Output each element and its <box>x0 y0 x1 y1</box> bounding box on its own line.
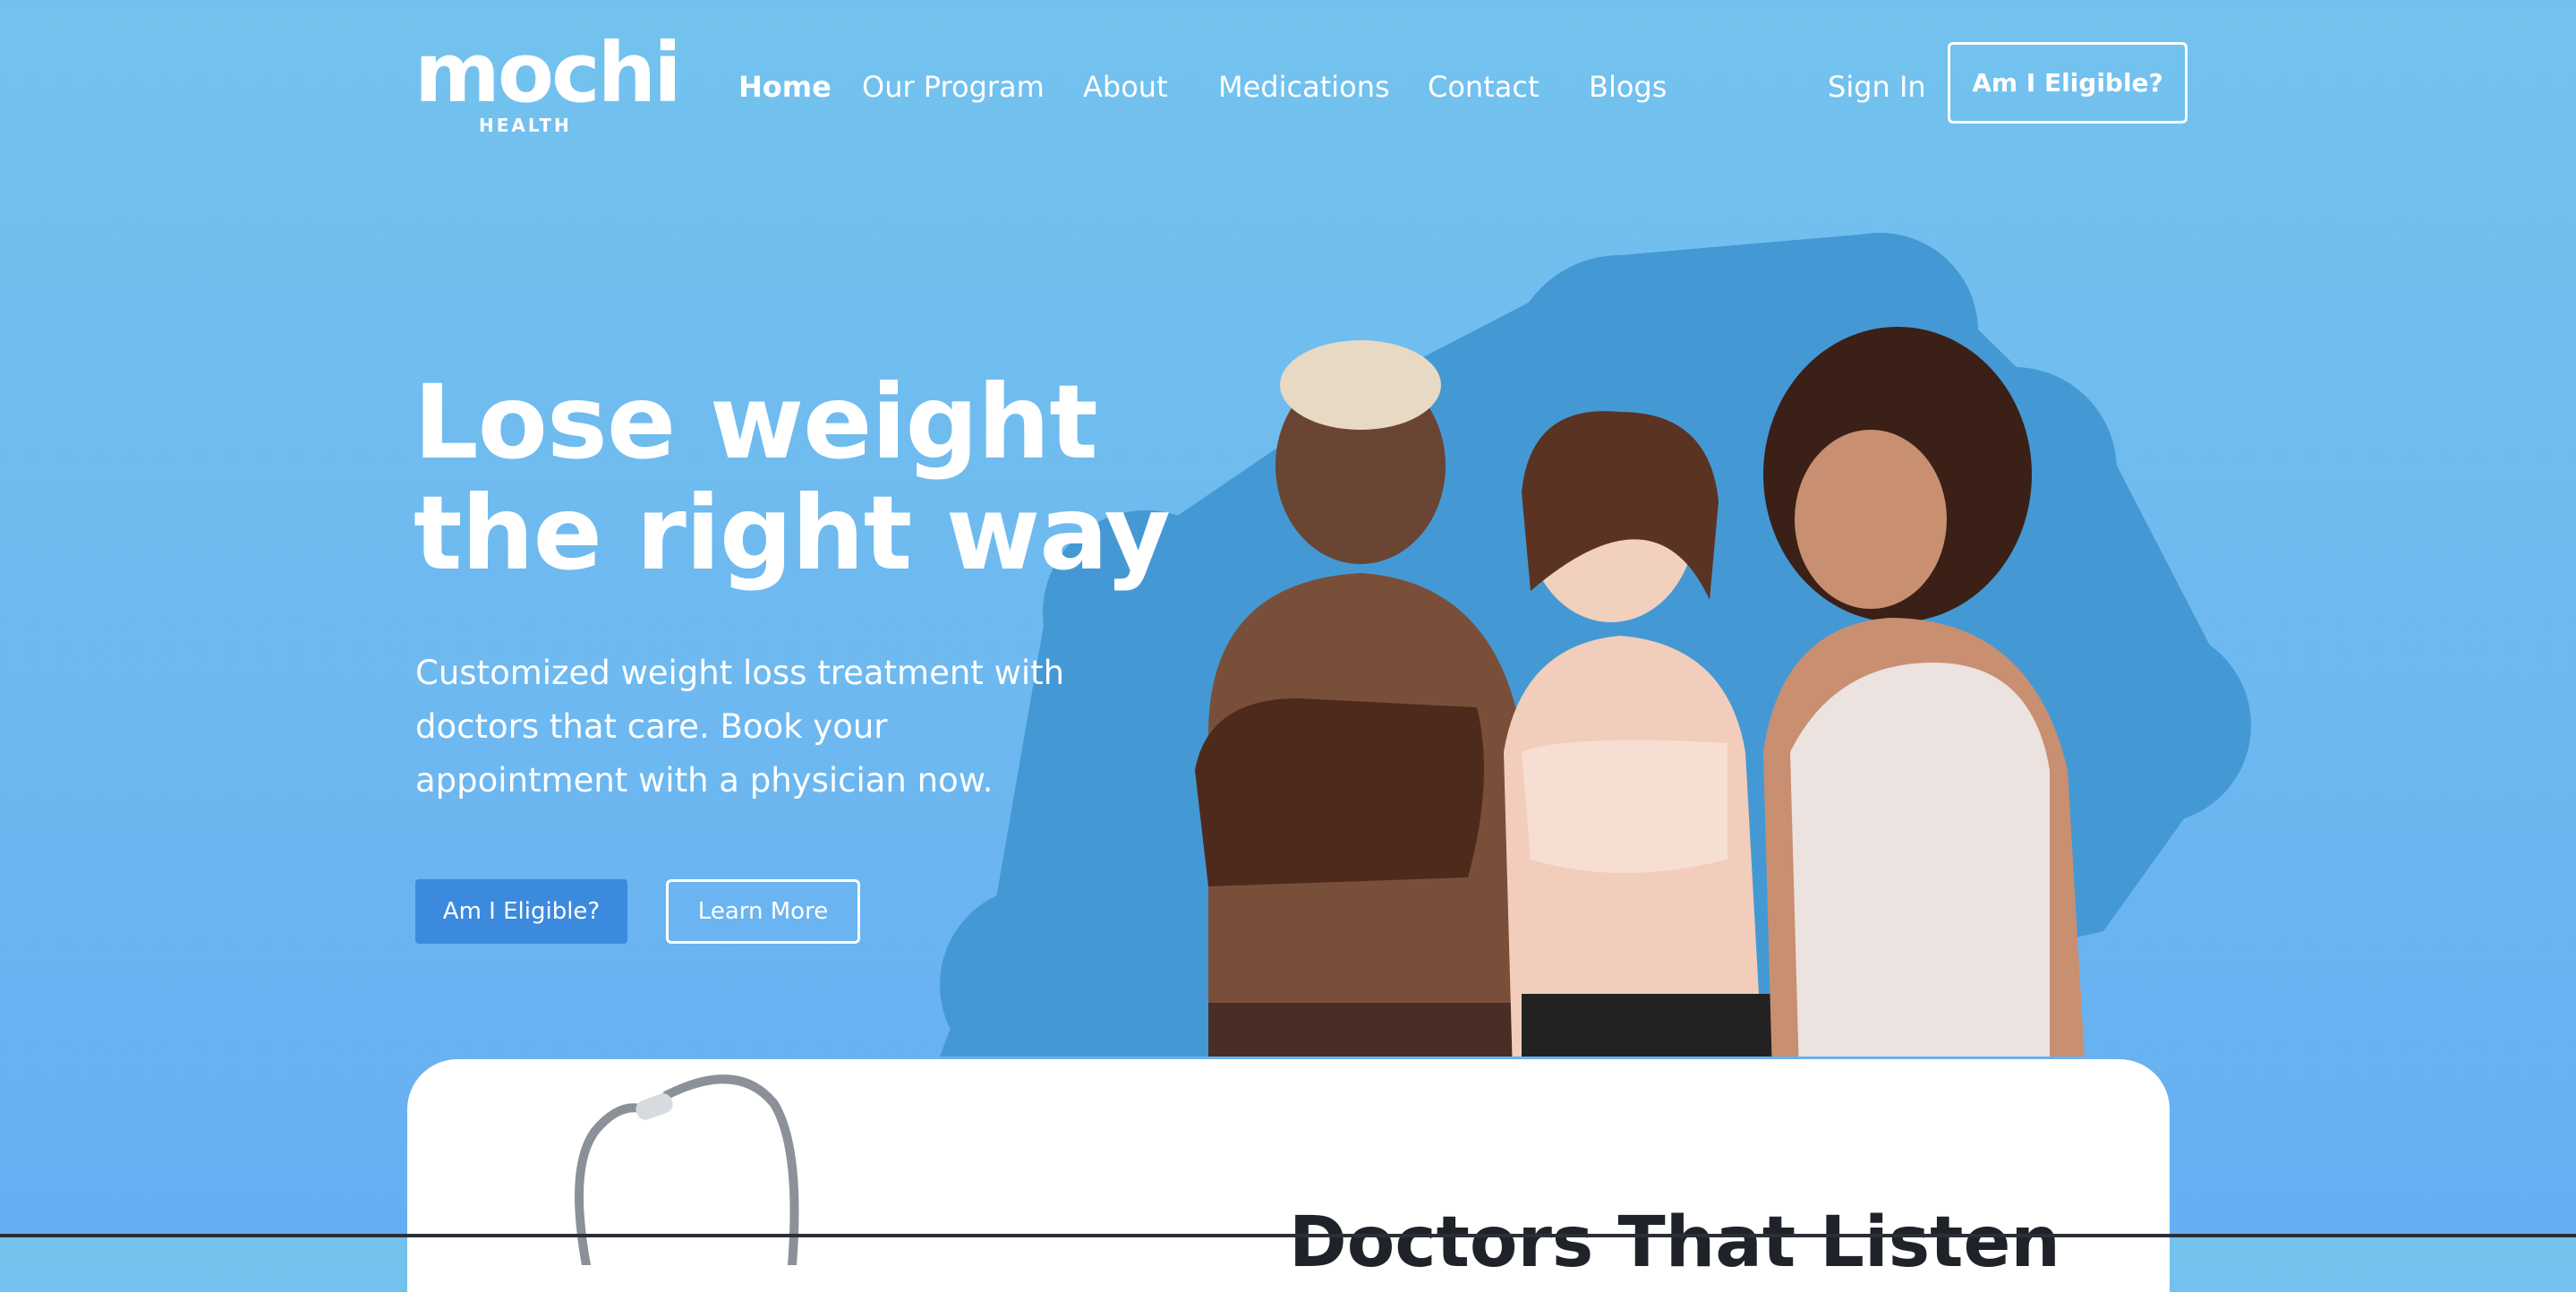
nav-about[interactable]: About <box>1083 70 1168 104</box>
nav-medications[interactable]: Medications <box>1218 70 1390 104</box>
bottom-divider <box>0 1234 2576 1237</box>
sign-in-link[interactable]: Sign In <box>1828 70 1926 104</box>
header-eligibility-button[interactable]: Am I Eligible? <box>1948 42 2188 124</box>
nav-contact[interactable]: Contact <box>1428 70 1540 104</box>
doctors-card: Doctors That Listen <box>407 1059 2170 1292</box>
nav-home[interactable]: Home <box>738 70 832 104</box>
hero-title-line-2: the right way <box>414 474 1171 593</box>
hero-subtitle: Customized weight loss treatment with do… <box>415 654 1065 800</box>
landing-page: mochi HEALTH Home Our Program About Medi… <box>0 0 2576 1292</box>
logo-subtitle: HEALTH <box>479 115 572 136</box>
hero-illustration <box>940 233 2251 1057</box>
hero-title: Lose weight the right way <box>414 363 1171 593</box>
nav-blogs[interactable]: Blogs <box>1589 70 1667 104</box>
logo-wordmark: mochi <box>414 25 682 121</box>
hero-eligibility-button[interactable]: Am I Eligible? <box>415 879 627 944</box>
nav-our-program[interactable]: Our Program <box>862 70 1045 104</box>
card-title: Doctors That Listen <box>1289 1202 2060 1283</box>
mochi-health-logo[interactable]: mochi HEALTH <box>414 32 682 140</box>
learn-more-button[interactable]: Learn More <box>666 879 860 944</box>
hero-title-line-1: Lose weight <box>414 363 1098 482</box>
